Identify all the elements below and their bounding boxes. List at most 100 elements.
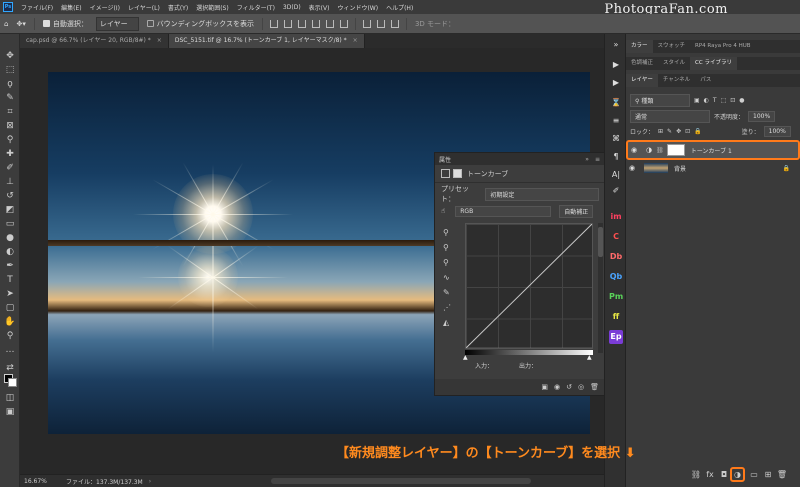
blur-tool-icon[interactable]: ●	[3, 232, 17, 244]
stamp-tool-icon[interactable]: ⊥	[3, 176, 17, 188]
gray-point-eyedropper-icon[interactable]: ⚲	[443, 240, 451, 255]
tab-cc-libraries[interactable]: CC ライブラリ	[690, 57, 737, 70]
layer-name[interactable]: トーンカーブ 1	[691, 146, 732, 155]
menu-view[interactable]: 表示(V)	[305, 3, 334, 12]
new-adjustment-layer-icon[interactable]: ◑	[730, 467, 745, 482]
reset-icon[interactable]: ↺	[566, 383, 572, 391]
tab-channels[interactable]: チャンネル	[658, 74, 695, 87]
filter-smart-icon[interactable]: ⊡	[730, 97, 735, 104]
tab-cap-psd[interactable]: cap.psd @ 66.7% (レイヤー 20, RGB/8#) * ×	[20, 34, 169, 48]
filter-toggle-icon[interactable]: ●	[739, 97, 744, 104]
view-previous-icon[interactable]: ◉	[554, 383, 560, 391]
shape-tool-icon[interactable]: ▢	[3, 302, 17, 314]
target-adjust-icon[interactable]: ☝	[441, 207, 445, 215]
collapse-icon[interactable]: »	[585, 156, 589, 163]
distribute-icon[interactable]	[362, 19, 371, 28]
menu-file[interactable]: ファイル(F)	[17, 3, 57, 12]
screen-mode-icon[interactable]: ▣	[3, 406, 17, 418]
tab-adjustments[interactable]: 色調補正	[626, 57, 658, 70]
ext-c-icon[interactable]: C	[609, 230, 623, 244]
blend-mode-dropdown[interactable]: 通常	[630, 110, 710, 123]
eraser-tool-icon[interactable]: ◩	[3, 204, 17, 216]
type-tool-icon[interactable]: T	[3, 274, 17, 286]
zoom-tool-icon[interactable]: ⚲	[3, 330, 17, 342]
ext-qb-icon[interactable]: Qb	[609, 270, 623, 284]
gradient-tool-icon[interactable]: ▭	[3, 218, 17, 230]
opacity-field[interactable]: 100%	[748, 111, 776, 122]
bbox-toggle[interactable]: バウンディングボックスを表示	[146, 19, 254, 29]
brush-settings-icon[interactable]: ✐	[609, 184, 623, 198]
tab-swatches[interactable]: スウォッチ	[653, 40, 691, 53]
menu-help[interactable]: ヘルプ(H)	[382, 3, 417, 12]
quick-mask-icon[interactable]: ◫	[3, 392, 17, 404]
quick-select-tool-icon[interactable]: ✎	[3, 92, 17, 104]
add-mask-icon[interactable]: ◘	[718, 469, 730, 481]
swap-colors-icon[interactable]: ⇄	[3, 362, 17, 374]
menu-select[interactable]: 選択範囲(S)	[192, 3, 233, 12]
black-slider-icon[interactable]: ▲	[463, 354, 468, 361]
menu-type[interactable]: 書式(Y)	[164, 3, 192, 12]
link-layers-icon[interactable]: ⛓	[690, 469, 702, 481]
properties-header[interactable]: 属性 » ≡	[435, 153, 605, 165]
align-bottom-icon[interactable]	[339, 19, 348, 28]
filter-type-icon[interactable]: T	[713, 97, 717, 104]
ext-pm-icon[interactable]: Pm	[609, 290, 623, 304]
curve-point-tool-icon[interactable]: ∿	[443, 270, 451, 285]
mask-icon[interactable]	[453, 169, 462, 178]
filter-adjust-icon[interactable]: ◐	[704, 97, 709, 104]
lock-position-icon[interactable]: ✥	[676, 128, 681, 135]
tab-paths[interactable]: パス	[695, 74, 716, 87]
filter-pixel-icon[interactable]: ▣	[694, 97, 700, 104]
history-icon[interactable]: ⌛	[609, 96, 623, 110]
new-group-icon[interactable]: ▭	[748, 469, 760, 481]
paragraph-icon[interactable]: ¶	[609, 150, 623, 164]
auto-select-dropdown[interactable]: レイヤー	[95, 16, 139, 31]
menu-image[interactable]: イメージ(I)	[86, 3, 124, 12]
more-tools-icon[interactable]: …	[3, 344, 17, 356]
delete-icon[interactable]: 🗑	[590, 383, 599, 391]
filter-shape-icon[interactable]: ⬚	[721, 97, 727, 104]
menu-3d[interactable]: 3D(D)	[279, 4, 305, 11]
ext-ff-icon[interactable]: ff	[609, 310, 623, 324]
layer-mask-thumbnail[interactable]	[666, 144, 685, 156]
healing-brush-tool-icon[interactable]: ✚	[3, 148, 17, 160]
background-color-swatch[interactable]	[8, 378, 17, 387]
history-brush-tool-icon[interactable]: ↺	[3, 190, 17, 202]
menu-layer[interactable]: レイヤー(L)	[124, 3, 164, 12]
zoom-readout[interactable]: 16.67%	[24, 478, 58, 485]
align-right-icon[interactable]	[297, 19, 306, 28]
frame-tool-icon[interactable]: ⊠	[3, 120, 17, 132]
layer-style-icon[interactable]: fx	[704, 469, 716, 481]
tab-layers[interactable]: レイヤー	[626, 74, 658, 87]
clipping-warning-icon[interactable]: ◭	[443, 315, 451, 330]
link-icon[interactable]: ⛓	[656, 147, 664, 154]
white-point-eyedropper-icon[interactable]: ⚲	[443, 255, 451, 270]
glyph-icon[interactable]: ⌘	[609, 132, 623, 146]
layer-row-background[interactable]: ◉ 背景 🔒	[626, 160, 800, 176]
collapse-dock-icon[interactable]: »	[609, 38, 623, 52]
pencil-draw-icon[interactable]: ✎	[443, 285, 451, 300]
clip-to-layer-icon[interactable]: ▣	[541, 383, 548, 391]
layer-name[interactable]: 背景	[674, 164, 686, 173]
curve-graph[interactable]	[465, 223, 593, 349]
play-icon[interactable]: ▶	[609, 58, 623, 72]
auto-adjust-button[interactable]: 自動補正	[559, 204, 594, 218]
panel-menu-icon[interactable]: ≡	[595, 156, 600, 163]
path-select-tool-icon[interactable]: ➤	[3, 288, 17, 300]
close-icon[interactable]: ×	[353, 37, 358, 44]
lock-pixels-icon[interactable]: ✎	[667, 128, 672, 135]
character-icon[interactable]: ≡	[609, 114, 623, 128]
black-point-eyedropper-icon[interactable]: ⚲	[443, 225, 451, 240]
align-middle-icon[interactable]	[325, 19, 334, 28]
lock-artboard-icon[interactable]: ⊡	[685, 128, 690, 135]
white-slider-icon[interactable]: ▲	[587, 354, 592, 361]
move-tool-icon[interactable]: ✥▾	[16, 20, 25, 28]
home-icon[interactable]: ⌂	[4, 20, 8, 28]
preset-dropdown[interactable]: 初期設定	[485, 187, 599, 201]
ext-im-icon[interactable]: im	[609, 210, 623, 224]
pen-tool-icon[interactable]: ✒	[3, 260, 17, 272]
close-icon[interactable]: ×	[157, 37, 162, 44]
play-icon[interactable]: ▶	[609, 76, 623, 90]
kind-filter-dropdown[interactable]: ⚲ 種類	[630, 94, 690, 107]
status-arrow-icon[interactable]: ›	[149, 478, 151, 485]
